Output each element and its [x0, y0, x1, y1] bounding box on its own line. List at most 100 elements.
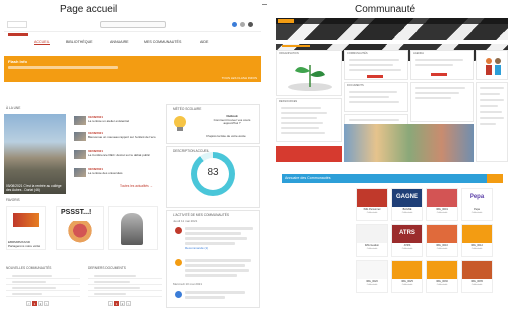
page-next[interactable]: > [44, 301, 49, 306]
community-card[interactable]: IMG_0030 Collectivité [426, 260, 458, 293]
activity-text [185, 274, 237, 277]
page-prev[interactable]: < [108, 301, 113, 306]
activity-text [185, 291, 245, 294]
community-card-image [357, 225, 387, 243]
weather-box: MÉTÉO SCOLAIRE Outlook Comment trouver v… [166, 104, 260, 144]
brand-bar [8, 33, 28, 36]
notification-icon[interactable] [232, 22, 237, 27]
avatar [175, 291, 182, 298]
community-card[interactable]: IMG_0025 Collectivité [391, 260, 423, 293]
list-row[interactable] [88, 280, 162, 285]
community-card[interactable]: IMG_0012 Collectivité [461, 224, 493, 257]
list-row[interactable] [88, 274, 162, 279]
community-card-image [357, 261, 387, 279]
community-card-type: Collectivité [436, 284, 448, 286]
community-card-image [427, 189, 457, 207]
news-item[interactable]: 02/08/2021 La Conférence DEC: décret sur… [88, 149, 158, 157]
nav-annuaire[interactable]: ANNUAIRE [110, 40, 129, 44]
avatar [175, 227, 182, 234]
news-text: La rentrée un atelier existentiel [88, 118, 130, 123]
list-row[interactable] [6, 280, 80, 285]
list-row[interactable] [88, 292, 162, 297]
activity-text [185, 227, 253, 230]
annuaire-bar: Annuaire des Communautés [282, 174, 503, 183]
community-card-logo-text: GAGNE [395, 194, 418, 200]
activity-text [185, 264, 245, 267]
community-card[interactable]: ATRS ATRS Collectivité [391, 224, 423, 257]
community-card-image [462, 261, 492, 279]
news-thumb[interactable] [74, 150, 86, 159]
favorite-card[interactable] [108, 206, 158, 250]
page-2[interactable]: 2 [38, 301, 43, 306]
nav-aide[interactable]: AIDE [200, 40, 208, 44]
card-image [67, 221, 93, 245]
top-bar [4, 18, 261, 32]
nav-bibliotheque[interactable]: BIBLIOTHÈQUE [66, 40, 93, 44]
community-card-type: Collectivité [436, 248, 448, 250]
news-item[interactable]: 02/08/2021 La rentrée des universités [88, 167, 158, 175]
activity-recommend[interactable]: Recommandé (1) [185, 246, 208, 251]
search-input[interactable] [100, 21, 166, 28]
community-widget: AGENDA [410, 50, 474, 80]
list-row[interactable] [6, 274, 80, 279]
card-image [13, 213, 39, 227]
nav-accueil[interactable]: ACCUEIL [34, 40, 50, 45]
settings-icon[interactable] [240, 22, 245, 27]
list-row[interactable] [6, 286, 80, 291]
flash-more-link[interactable]: TOUS LES FLASH INFOS [222, 76, 257, 80]
news-text: La Conférence DEC: décret sur le débat p… [88, 152, 151, 157]
avatar[interactable] [248, 22, 253, 27]
community-red-banner [276, 146, 342, 162]
community-card-image: Pepa [462, 189, 492, 207]
community-card-image [392, 261, 422, 279]
page-accueil-heading: Page accueil [60, 4, 118, 15]
news-item[interactable]: 01/08/2021 Bienvenue un nouveau rapport … [88, 131, 158, 139]
all-news-link[interactable]: Toutes les actualités → [120, 184, 153, 188]
page-1[interactable]: 1 [114, 301, 119, 306]
community-card[interactable]: IMG Gestion Collectivité [356, 224, 388, 257]
list-row[interactable] [88, 286, 162, 291]
flash-text [8, 66, 118, 69]
news-thumb[interactable] [74, 132, 86, 141]
community-card-name: IMG_0001 [436, 208, 448, 211]
community-card[interactable]: IMG Personnel Collectivité [356, 188, 388, 221]
news-thumb[interactable] [74, 168, 86, 177]
nav-communautes[interactable]: MES COMMUNAUTÉS [144, 40, 181, 44]
news-item[interactable]: 01/08/2021 La rentrée un atelier existen… [88, 115, 158, 123]
favorite-card[interactable]: EBRMMMXAND Partagerons notre vérité [6, 206, 46, 250]
community-card[interactable]: IMG_0001 Collectivité [426, 188, 458, 221]
community-card[interactable]: IMG_0010 Collectivité [426, 224, 458, 257]
page-prev[interactable]: < [26, 301, 31, 306]
news-section-title: À LA UNE [6, 106, 21, 110]
news-text: Bienvenue un nouveau rapport sur l'enfan… [88, 134, 156, 139]
page-2[interactable]: 2 [120, 301, 125, 306]
community-widget [476, 82, 508, 162]
community-widget [410, 82, 474, 122]
weather-sub: D'après la liste de votre école [206, 134, 246, 138]
activity-title: L'ACTIVITÉ DE MES COMMUNAUTÉS [173, 213, 230, 217]
community-card-type: Collectivité [401, 248, 413, 250]
news-thumb[interactable] [74, 116, 86, 125]
page-1[interactable]: 1 [32, 301, 37, 306]
flash-info-banner: Flash Info TOUS LES FLASH INFOS [4, 56, 261, 82]
main-nav: ACCUEIL BIBLIOTHÈQUE ANNUAIRE MES COMMUN… [4, 39, 261, 47]
community-card[interactable]: IMG_0035 Collectivité [461, 260, 493, 293]
community-card-image: ATRS [392, 225, 422, 243]
community-card-type: Collectivité [366, 248, 378, 250]
community-card[interactable]: GAGNE BAGNE Collectivité [391, 188, 423, 221]
community-top-bar [276, 18, 508, 24]
community-card-name: BAGNE [402, 208, 412, 211]
community-widget-image: ORGANISATION [276, 50, 342, 96]
community-breadcrumb [282, 45, 310, 47]
news-hero-image[interactable]: 05/08/2021 C'est la rentrée au collège d… [4, 114, 66, 194]
widget-title: COMMUNAUTÉS [347, 52, 368, 55]
annuaire-corner [487, 174, 503, 183]
community-card[interactable]: IMG_0020 Collectivité [356, 260, 388, 293]
page-next[interactable]: > [126, 301, 131, 306]
card-image-text: PSSST...! [61, 209, 92, 216]
favorite-card[interactable]: PSSST...! [56, 206, 104, 250]
community-card-type: Collectivité [436, 212, 448, 214]
list-row[interactable] [6, 292, 80, 297]
activity-date: Jeudi 11 mai 2021 [173, 219, 198, 223]
community-card[interactable]: Pepa Pepa Collectivité [461, 188, 493, 221]
